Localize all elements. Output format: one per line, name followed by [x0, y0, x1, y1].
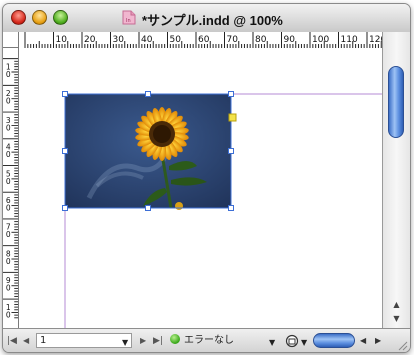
selection-handle[interactable] — [62, 205, 68, 211]
right-arrow-icon[interactable]: ▶ — [375, 334, 381, 348]
last-page-icon[interactable]: ▶| — [153, 334, 163, 348]
up-arrow-icon[interactable]: ▲ — [383, 298, 410, 312]
left-arrow-icon[interactable]: ◀ — [360, 334, 366, 348]
preflight-status[interactable]: エラーなし — [170, 334, 234, 348]
ruler-label: 110 — [341, 35, 358, 45]
ruler-origin[interactable] — [3, 32, 19, 48]
selection-handle[interactable] — [145, 91, 151, 97]
resize-grip-icon[interactable] — [396, 339, 408, 351]
ruler-label: 40 — [141, 35, 153, 45]
page-canvas[interactable] — [19, 48, 382, 328]
preflight-status-label: エラーなし — [184, 335, 234, 346]
down-arrow-icon[interactable]: ▼ — [383, 312, 410, 326]
ruler-label: 0 — [6, 284, 11, 293]
first-page-icon[interactable]: |◀ — [7, 334, 17, 348]
vertical-scrollbar[interactable]: ▲ ▼ — [382, 32, 410, 328]
vertical-scroll-thumb[interactable] — [388, 66, 404, 138]
indesign-document-icon[interactable]: In — [122, 10, 136, 25]
ruler-label: 70 — [227, 35, 239, 45]
ruler-label: 20 — [84, 35, 96, 45]
ruler-label: 10 — [56, 35, 68, 45]
ruler-label: 0 — [6, 177, 11, 186]
previous-page-icon[interactable]: ◀ — [23, 334, 29, 348]
selection-handle[interactable] — [228, 148, 234, 154]
ruler-label: 80 — [255, 35, 267, 45]
ruler-label: 120 — [369, 35, 382, 45]
document-window: In *サンプル.indd @ 100% 10 20 30 40 50 60 70 80 90 1… — [2, 3, 411, 353]
selection-handle[interactable] — [228, 91, 234, 97]
horizontal-ruler[interactable]: 10203040506070809010011012013 — [19, 32, 382, 49]
selection-handle[interactable] — [62, 91, 68, 97]
ruler-label: 0 — [6, 204, 11, 213]
out-port-handle[interactable] — [228, 113, 237, 122]
ruler-label: 90 — [284, 35, 296, 45]
selection-handle[interactable] — [228, 205, 234, 211]
green-status-icon — [170, 334, 180, 344]
zoom-button[interactable] — [53, 10, 68, 25]
open-menu-dropdown-icon[interactable]: ▼ — [301, 336, 307, 350]
status-bar: |◀ ◀ 1 ▼ ▶ ▶| エラーなし ▼ ▼ ◀ ▶ — [3, 328, 410, 352]
ruler-label: 50 — [170, 35, 182, 45]
ruler-label: 0 — [6, 230, 11, 239]
ruler-label: 60 — [198, 35, 210, 45]
next-page-icon[interactable]: ▶ — [140, 334, 146, 348]
ruler-label: 0 — [6, 70, 11, 79]
ruler-label: 0 — [6, 257, 11, 266]
title-bar[interactable]: In *サンプル.indd @ 100% — [3, 4, 410, 33]
selection-handle[interactable] — [62, 148, 68, 154]
ruler-label: 0 — [6, 150, 11, 159]
page-number-field[interactable]: 1 — [36, 333, 132, 348]
ruler-label: 100 — [312, 35, 329, 45]
sunflower-image-frame[interactable] — [62, 91, 237, 211]
ruler-label: 0 — [6, 97, 11, 106]
ruler-label: 0 — [6, 123, 11, 132]
open-icon[interactable] — [285, 334, 299, 348]
ruler-label: 0 — [6, 310, 11, 319]
minimize-button[interactable] — [32, 10, 47, 25]
preflight-menu-dropdown-icon[interactable]: ▼ — [269, 336, 275, 350]
window-title: *サンプル.indd @ 100% — [142, 13, 283, 28]
selection-handle[interactable] — [145, 205, 151, 211]
ruler-label: 30 — [113, 35, 125, 45]
vertical-ruler[interactable]: 10203040506070809010 — [3, 48, 19, 328]
page-menu-dropdown-icon[interactable]: ▼ — [122, 336, 128, 350]
close-button[interactable] — [11, 10, 26, 25]
svg-text:In: In — [126, 18, 131, 24]
horizontal-scroll-thumb[interactable] — [313, 333, 355, 348]
